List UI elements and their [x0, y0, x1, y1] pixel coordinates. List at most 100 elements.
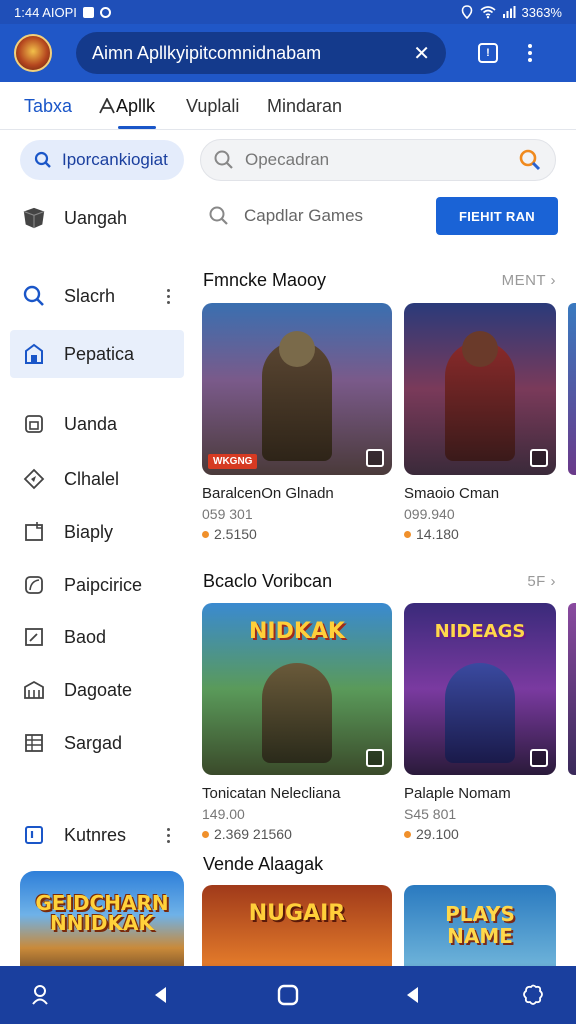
- compass-icon: [22, 467, 46, 491]
- sidebar-item-sargad[interactable]: Sargad: [10, 719, 184, 767]
- top-tabs: Tabxa Apllk Vuplali Mindaran: [0, 82, 576, 130]
- search-submit-icon[interactable]: [517, 147, 543, 173]
- leaf-icon: [22, 573, 46, 597]
- close-icon[interactable]: ✕: [413, 41, 430, 66]
- game-rating: 2.5150: [202, 526, 392, 542]
- bookmark-icon[interactable]: [366, 749, 384, 767]
- tabs-button[interactable]: !: [478, 43, 498, 63]
- sidebar-item-uangah[interactable]: Uangah: [10, 194, 184, 242]
- sidebar-item-uanda[interactable]: Uanda: [10, 400, 184, 448]
- sidebar-item-label: Pepatica: [64, 343, 135, 364]
- chart-icon: [22, 625, 46, 649]
- game-card[interactable]: NIDEAGS Palaple Nomam S45 801 29.100: [404, 603, 556, 842]
- app-screen: 1:44 AIOPI 3363% Aimn Apllkyipitcomnidna…: [0, 0, 576, 1024]
- game-logo: PLAYS NAME: [445, 902, 515, 948]
- app-logo[interactable]: [14, 34, 52, 72]
- tab-vuplali[interactable]: Vuplali: [186, 96, 239, 117]
- cube-icon: [22, 206, 46, 230]
- section-title: Bcaclo Voribcan: [203, 571, 333, 591]
- game-logo: NIDEAGS: [434, 621, 526, 642]
- tab-tabxa[interactable]: Tabxa: [24, 96, 72, 117]
- status-bar: 1:44 AIOPI 3363%: [0, 0, 576, 24]
- section-more-label: MENT: [501, 272, 546, 289]
- search-icon: [214, 150, 233, 169]
- sidebar-item-paipcirice[interactable]: Paipcirice: [10, 561, 184, 609]
- main-search-bar[interactable]: Opecadran: [200, 139, 556, 181]
- next-card-peek: [568, 603, 576, 775]
- wifi-icon: [479, 6, 496, 19]
- home-icon[interactable]: [275, 982, 301, 1008]
- game-thumbnail[interactable]: PLAYS NAME: [404, 885, 556, 966]
- sidebar-item-baod[interactable]: Baod: [10, 613, 184, 661]
- game-logo: NIDKAK: [249, 619, 345, 644]
- sidebar-item-biaply[interactable]: Biaply: [10, 508, 184, 556]
- game-thumbnail[interactable]: WKGNG: [202, 303, 392, 475]
- sidebar-item-label: Uanda: [64, 413, 118, 434]
- hero-figure: [445, 663, 515, 763]
- rating-value: 2.369 21560: [214, 826, 292, 842]
- sidebar-item-label: Clhalel: [64, 468, 120, 489]
- profile-icon[interactable]: [28, 982, 54, 1008]
- section-more-link[interactable]: 5F ›: [527, 573, 556, 590]
- store-icon: [22, 342, 46, 366]
- game-card[interactable]: Smaoio Cman 099.940 14.180: [404, 303, 556, 542]
- flag-icon: [22, 823, 46, 847]
- game-name: Palaple Nomam: [404, 785, 511, 802]
- hero-head: [279, 331, 315, 367]
- folder-icon: [22, 520, 46, 544]
- primary-action-button[interactable]: FIEHIT RAN: [436, 197, 558, 235]
- rating-dot-icon: [404, 830, 411, 838]
- bookmark-icon[interactable]: [530, 449, 548, 467]
- game-thumbnail[interactable]: NIDEAGS: [404, 603, 556, 775]
- game-thumbnail[interactable]: NIDKAK: [202, 603, 392, 775]
- game-card[interactable]: NIDKAK Tonicatan Nelecliana 149.00 2.369…: [202, 603, 392, 842]
- rating-dot-icon: [404, 530, 411, 538]
- status-time: 1:44 AIOPI: [14, 4, 77, 20]
- active-tab-indicator: [118, 126, 156, 129]
- more-options-icon[interactable]: [167, 288, 170, 304]
- tab-mindaran[interactable]: Mindaran: [267, 96, 342, 117]
- recent-apps-icon[interactable]: [400, 982, 426, 1008]
- section-title: Fmncke Maooy: [203, 270, 327, 290]
- more-options-icon[interactable]: [167, 827, 170, 843]
- rating-dot-icon: [202, 530, 209, 538]
- sidebar-item-pepatica[interactable]: Pepatica: [10, 330, 184, 378]
- section-more-link[interactable]: MENT ›: [502, 272, 556, 289]
- sidebar-item-slacrh[interactable]: Slacrh: [10, 272, 184, 320]
- sidebar-item-label: Uangah: [64, 207, 128, 228]
- game-card[interactable]: PLAYS NAME: [404, 885, 556, 966]
- game-card[interactable]: NUGAIR: [202, 885, 392, 966]
- section-more-label: 5F: [527, 573, 546, 590]
- rating-value: 2.5150: [214, 526, 257, 542]
- sidebar-item-clhalel[interactable]: Clhalel: [10, 455, 184, 503]
- tab-apllk[interactable]: Apllk: [98, 96, 155, 117]
- game-meta: 149.00: [202, 806, 245, 822]
- more-menu-icon[interactable]: [528, 44, 532, 62]
- sidebar-search[interactable]: Iporcankiogiat: [20, 140, 184, 180]
- app-icon: [99, 96, 115, 114]
- bookmark-icon[interactable]: [366, 449, 384, 467]
- game-thumbnail[interactable]: [404, 303, 556, 475]
- game-rating: 2.369 21560: [202, 826, 392, 842]
- url-text[interactable]: Aimn Apllkyipitcomnidnabam: [92, 43, 405, 64]
- sidebar-item-label: Slacrh: [64, 285, 116, 306]
- promo-game-card[interactable]: GEIDCHARN NNIDKAK: [20, 871, 184, 981]
- category-label[interactable]: Capdlar Games: [244, 206, 363, 226]
- game-card[interactable]: WKGNG BaralcenOn Glnadn 059 301 2.5150: [202, 303, 392, 542]
- sidebar-item-label: Paipcirice: [64, 574, 143, 595]
- battery-level: 3363%: [521, 4, 562, 20]
- promo-game-title: GEIDCHARN NNIDKAK: [35, 891, 169, 935]
- sidebar-item-dagoate[interactable]: Dagoate: [10, 666, 184, 714]
- game-meta: 099.940: [404, 506, 455, 522]
- back-icon[interactable]: [148, 982, 174, 1008]
- game-thumbnail[interactable]: NUGAIR: [202, 885, 392, 966]
- sidebar-item-label: Sargad: [64, 732, 123, 753]
- url-bar[interactable]: Aimn Apllkyipitcomnidnabam ✕: [76, 32, 446, 74]
- search-icon: [34, 151, 51, 168]
- building-icon: [22, 678, 46, 702]
- sidebar-item-kutnres[interactable]: Kutnres: [10, 811, 184, 859]
- assistant-icon[interactable]: [520, 982, 546, 1008]
- hero-head: [462, 331, 498, 367]
- game-name: Smaoio Cman: [404, 485, 500, 502]
- bookmark-icon[interactable]: [530, 749, 548, 767]
